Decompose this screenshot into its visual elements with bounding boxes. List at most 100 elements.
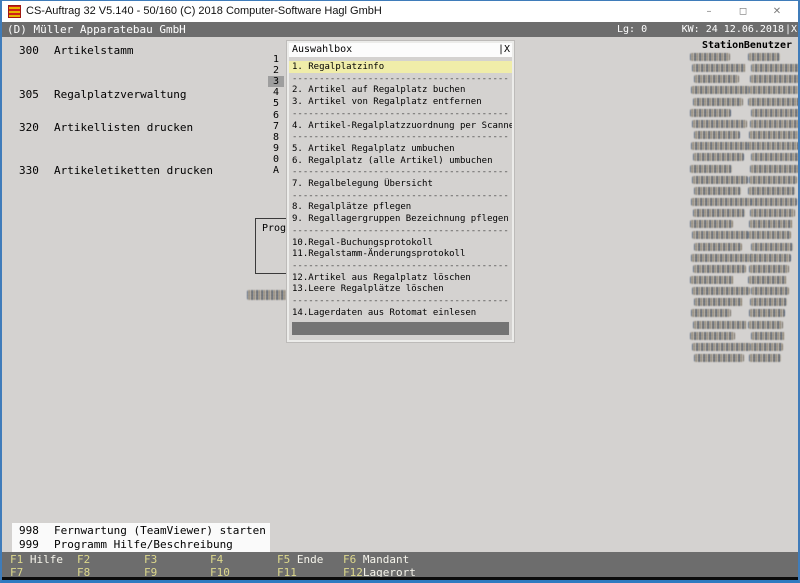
dialog-separator: ---------------------------------------- bbox=[289, 190, 512, 202]
shortcut-key-6[interactable]: 6 bbox=[268, 110, 284, 121]
shortcut-key-0[interactable]: 0 bbox=[268, 154, 284, 165]
close-button[interactable]: ✕ bbox=[760, 1, 794, 22]
redacted-station-cell bbox=[693, 209, 745, 217]
redacted-user-cell bbox=[749, 131, 800, 139]
menu-item-code: 330 bbox=[19, 164, 54, 177]
shortcut-key-1[interactable]: 1 bbox=[268, 54, 284, 65]
redacted-station-cell bbox=[690, 53, 730, 61]
redacted-station-cell bbox=[690, 332, 735, 340]
shortcut-key-3[interactable]: 3 bbox=[268, 76, 284, 87]
calendar-week-date: KW: 24 12.06.2018 bbox=[682, 22, 784, 37]
dialog-close-icon[interactable]: |X bbox=[498, 43, 510, 57]
menu-item-330[interactable]: 330Artikeletiketten drucken bbox=[19, 164, 213, 177]
dialog-option[interactable]: 4. Artikel-Regalplatzzuordnung per Scann… bbox=[289, 120, 512, 132]
shortcut-key-7[interactable]: 7 bbox=[268, 121, 284, 132]
redacted-station-cell bbox=[692, 64, 746, 72]
redacted-station-cell bbox=[690, 276, 734, 284]
header-close-control[interactable]: |X bbox=[785, 22, 797, 37]
redacted-user-cell bbox=[748, 276, 787, 284]
dialog-option[interactable]: 2. Artikel auf Regalplatz buchen bbox=[289, 84, 512, 96]
dialog-separator: ---------------------------------------- bbox=[289, 73, 512, 85]
dialog-separator: ---------------------------------------- bbox=[289, 225, 512, 237]
redacted-station-cell bbox=[693, 321, 747, 329]
redacted-user-cell bbox=[751, 198, 797, 206]
menu-item-320[interactable]: 320Artikellisten drucken bbox=[19, 121, 193, 134]
menu-item-label: Artikellisten drucken bbox=[54, 121, 193, 134]
shortcut-key-2[interactable]: 2 bbox=[268, 65, 284, 76]
redacted-user-cell bbox=[749, 220, 793, 228]
fn-key-F5[interactable]: F5 Ende bbox=[277, 553, 323, 566]
redacted-user-cell bbox=[748, 321, 783, 329]
fn-key-F4[interactable]: F4 bbox=[210, 553, 223, 566]
dialog-option[interactable]: 14.Lagerdaten aus Rotomat einlesen bbox=[289, 307, 512, 319]
redacted-text-blob bbox=[247, 290, 291, 300]
footer-item-998[interactable]: 998Fernwartung (TeamViewer) starten bbox=[19, 524, 266, 537]
fn-key-code: F4 bbox=[210, 553, 223, 566]
redacted-station-cell bbox=[694, 187, 741, 195]
dialog-option[interactable]: 13.Leere Regalplätze löschen bbox=[289, 283, 512, 295]
dialog-option[interactable]: 8. Regalplätze pflegen bbox=[289, 201, 512, 213]
redacted-user-cell bbox=[748, 53, 780, 61]
fn-key-code: F3 bbox=[144, 553, 157, 566]
redacted-user-cell bbox=[748, 231, 791, 239]
footer-item-label: Fernwartung (TeamViewer) starten bbox=[54, 524, 266, 537]
shortcut-key-A[interactable]: A bbox=[268, 165, 284, 176]
dialog-option[interactable]: 10.Regal-Buchungsprotokoll bbox=[289, 237, 512, 249]
redacted-user-cell bbox=[748, 142, 799, 150]
fn-key-F3[interactable]: F3 bbox=[144, 553, 157, 566]
redacted-station-cell bbox=[691, 142, 751, 150]
company-name: (D) Müller Apparatebau GmbH bbox=[7, 22, 186, 37]
shortcut-key-8[interactable]: 8 bbox=[268, 132, 284, 143]
redacted-user-cell bbox=[751, 153, 800, 161]
dialog-option[interactable]: 6. Regalplatz (alle Artikel) umbuchen bbox=[289, 155, 512, 167]
redacted-user-cell bbox=[750, 298, 787, 306]
redacted-user-cell bbox=[748, 98, 800, 106]
dialog-option[interactable]: 1. Regalplatzinfo bbox=[289, 61, 512, 73]
menu-item-label: Artikeletiketten drucken bbox=[54, 164, 213, 177]
dialog-option[interactable]: 9. Regallagergruppen Bezeichnung pflegen bbox=[289, 213, 512, 225]
footer-item-999[interactable]: 999Programm Hilfe/Beschreibung bbox=[19, 538, 233, 551]
shortcut-key-9[interactable]: 9 bbox=[268, 143, 284, 154]
redacted-station-cell bbox=[693, 98, 743, 106]
dialog-option[interactable]: 12.Artikel aus Regalplatz löschen bbox=[289, 272, 512, 284]
maximize-button[interactable]: ◻ bbox=[726, 1, 760, 22]
redacted-user-cell bbox=[749, 265, 789, 273]
redacted-station-cell bbox=[691, 198, 752, 206]
redacted-user-cell bbox=[750, 165, 799, 173]
footer-item-code: 998 bbox=[19, 524, 54, 537]
redacted-station-cell bbox=[691, 254, 753, 262]
shortcut-key-4[interactable]: 4 bbox=[268, 87, 284, 98]
fn-key-code: F1 bbox=[10, 553, 23, 566]
footer-item-code: 999 bbox=[19, 538, 54, 551]
shortcut-key-5[interactable]: 5 bbox=[268, 98, 284, 109]
dialog-separator: ---------------------------------------- bbox=[289, 131, 512, 143]
dialog-option[interactable]: 7. Regalbelegung Übersicht bbox=[289, 178, 512, 190]
auswahlbox-dialog: Auswahlbox |X 1. Regalplatzinfo---------… bbox=[287, 41, 514, 342]
redacted-station-cell bbox=[693, 265, 746, 273]
redacted-user-cell bbox=[751, 332, 785, 340]
redacted-station-cell bbox=[692, 231, 749, 239]
redacted-user-cell bbox=[750, 75, 800, 83]
dialog-separator: ---------------------------------------- bbox=[289, 260, 512, 272]
menu-item-code: 305 bbox=[19, 88, 54, 101]
fn-key-code: F6 bbox=[343, 553, 356, 566]
menu-item-label: Artikelstamm bbox=[54, 44, 133, 57]
redacted-station-cell bbox=[694, 131, 740, 139]
redacted-station-cell bbox=[691, 86, 750, 94]
function-key-bar: F1 HilfeF2F3F4F5 EndeF6 MandantF7F8F9F10… bbox=[2, 552, 798, 577]
menu-item-305[interactable]: 305Regalplatzverwaltung bbox=[19, 88, 186, 101]
dialog-option[interactable]: 11.Regalstamm-Änderungsprotokoll bbox=[289, 248, 512, 260]
background-progr-box: Progr bbox=[255, 218, 287, 274]
redacted-station-cell bbox=[693, 153, 744, 161]
dialog-option[interactable]: 5. Artikel Regalplatz umbuchen bbox=[289, 143, 512, 155]
dialog-option[interactable]: 3. Artikel von Regalplatz entfernen bbox=[289, 96, 512, 108]
redacted-station-cell bbox=[690, 220, 733, 228]
minimize-button[interactable]: – bbox=[692, 1, 726, 22]
redacted-user-cell bbox=[748, 187, 795, 195]
fn-key-F6[interactable]: F6 Mandant bbox=[343, 553, 409, 566]
redacted-station-cell bbox=[694, 298, 743, 306]
fn-key-F1[interactable]: F1 Hilfe bbox=[10, 553, 63, 566]
menu-item-300[interactable]: 300Artikelstamm bbox=[19, 44, 133, 57]
redacted-user-cell bbox=[750, 209, 795, 217]
fn-key-F2[interactable]: F2 bbox=[77, 553, 90, 566]
